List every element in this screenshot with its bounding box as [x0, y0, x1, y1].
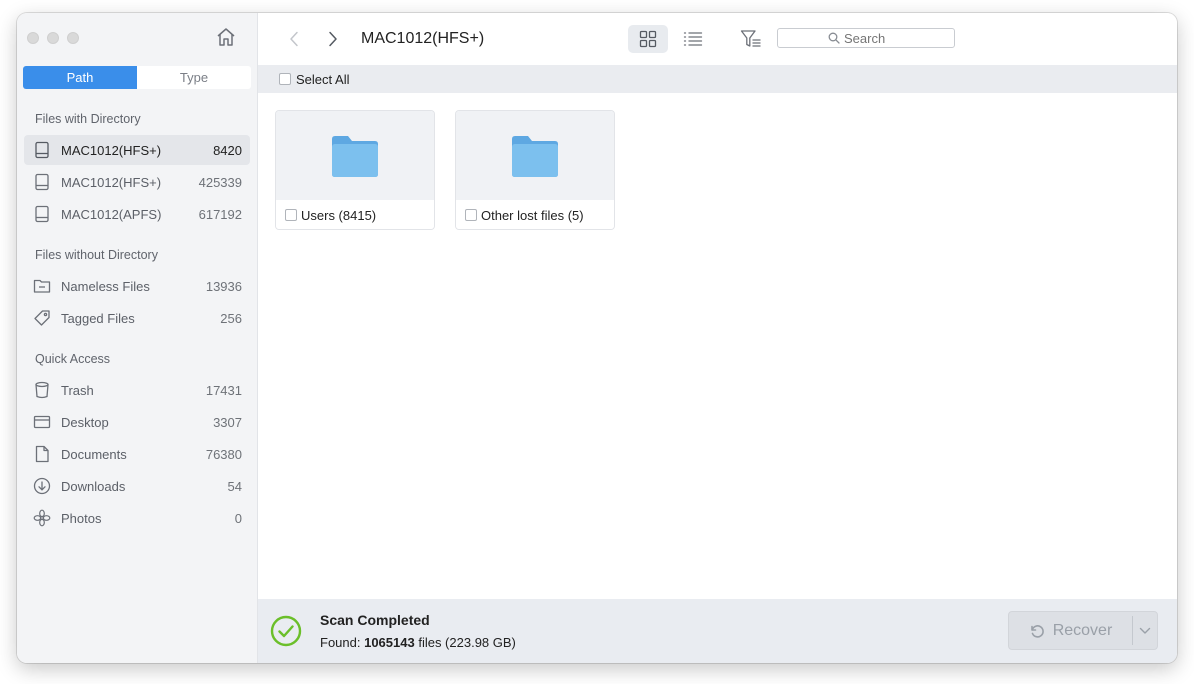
sidebar-item-desktop[interactable]: Desktop 3307 — [24, 407, 250, 437]
list-icon — [683, 32, 703, 46]
window-controls — [27, 32, 79, 44]
chevron-left-icon — [290, 31, 298, 47]
sidebar: Path Type Files with Directory MAC1012(H… — [17, 13, 258, 663]
filter-icon — [740, 30, 761, 47]
app-window: Path Type Files with Directory MAC1012(H… — [17, 13, 1177, 663]
sidebar-item-count: 76380 — [205, 446, 242, 462]
section-title-quick-access: Quick Access — [35, 352, 111, 366]
folder-label: Users (8415) — [301, 207, 377, 223]
sidebar-item-label: Downloads — [61, 478, 126, 494]
file-grid: Users (8415) Other lost files (5) — [258, 93, 1177, 599]
close-window-button[interactable] — [27, 32, 39, 44]
recover-dropdown-button[interactable] — [1133, 612, 1157, 649]
chevron-right-icon — [329, 31, 337, 47]
sidebar-item-count: 617192 — [198, 206, 242, 222]
sidebar-item-label: Photos — [61, 510, 102, 526]
drive-icon — [33, 141, 51, 159]
download-icon — [33, 477, 51, 495]
sidebar-item-tagged-files[interactable]: Tagged Files 256 — [24, 303, 250, 333]
folder-thumbnail — [276, 111, 434, 200]
recover-button[interactable]: Recover — [1008, 611, 1158, 650]
drive-icon — [33, 205, 51, 223]
sidebar-item-count: 54 — [227, 478, 242, 494]
sidebar-item-count: 8420 — [213, 142, 242, 158]
sidebar-item-drive-2[interactable]: MAC1012(HFS+) 425339 — [24, 167, 250, 197]
sidebar-item-count: 0 — [234, 510, 242, 526]
sidebar-item-downloads[interactable]: Downloads 54 — [24, 471, 250, 501]
sidebar-item-nameless-files[interactable]: Nameless Files 13936 — [24, 271, 250, 301]
chevron-down-icon — [1139, 627, 1151, 634]
folder-card-users[interactable]: Users (8415) — [275, 110, 435, 230]
zoom-window-button[interactable] — [67, 32, 79, 44]
folder-label: Other lost files (5) — [481, 207, 584, 223]
folder-card-other-lost-files[interactable]: Other lost files (5) — [455, 110, 615, 230]
found-count: 1065143 — [364, 635, 415, 650]
found-suffix: files (223.98 GB) — [414, 635, 516, 650]
folder-outline-icon — [33, 277, 51, 295]
folder-icon — [332, 135, 378, 177]
refresh-icon — [1030, 624, 1044, 638]
scan-found-summary: Found: 1065143 files (223.98 GB) — [320, 635, 516, 650]
folder-caption: Other lost files (5) — [456, 200, 614, 229]
select-all-label: Select All — [296, 71, 350, 87]
drive-icon — [33, 173, 51, 191]
select-all-checkbox[interactable] — [279, 73, 291, 85]
search-icon — [828, 32, 840, 44]
section-title-files-with-directory: Files with Directory — [35, 112, 141, 126]
photos-flower-icon — [33, 509, 51, 527]
trash-icon — [33, 381, 51, 399]
sidebar-item-label: Documents — [61, 446, 127, 462]
recover-label: Recover — [1052, 621, 1113, 639]
check-circle-icon — [270, 615, 302, 647]
toolbar: MAC1012(HFS+) — [258, 13, 1177, 65]
sidebar-item-drive-3[interactable]: MAC1012(APFS) 617192 — [24, 199, 250, 229]
list-view-button[interactable] — [676, 25, 710, 53]
folder-caption: Users (8415) — [276, 200, 434, 229]
select-all-bar: Select All — [258, 65, 1177, 93]
sidebar-item-label: MAC1012(HFS+) — [61, 174, 162, 190]
document-icon — [33, 445, 51, 463]
sidebar-item-count: 256 — [220, 310, 242, 326]
tab-type[interactable]: Type — [137, 66, 251, 89]
desktop-icon — [33, 413, 51, 431]
sidebar-item-count: 3307 — [213, 414, 242, 430]
sidebar-item-photos[interactable]: Photos 0 — [24, 503, 250, 533]
folder-thumbnail — [456, 111, 614, 200]
sidebar-item-label: Nameless Files — [61, 278, 150, 294]
scan-status-title: Scan Completed — [320, 612, 430, 628]
sidebar-item-label: MAC1012(APFS) — [61, 206, 162, 222]
sidebar-item-count: 425339 — [198, 174, 242, 190]
back-button[interactable] — [282, 27, 306, 51]
folder-checkbox[interactable] — [285, 209, 297, 221]
found-prefix: Found: — [320, 635, 365, 650]
folder-icon — [512, 135, 558, 177]
folder-checkbox[interactable] — [465, 209, 477, 221]
sidebar-item-count: 13936 — [205, 278, 242, 294]
tag-icon — [33, 309, 51, 327]
filter-button[interactable] — [737, 25, 765, 53]
sidebar-item-documents[interactable]: Documents 76380 — [24, 439, 250, 469]
sidebar-item-label: Tagged Files — [61, 310, 135, 326]
section-title-files-without-directory: Files without Directory — [35, 248, 158, 262]
breadcrumb: MAC1012(HFS+) — [361, 30, 485, 47]
status-bar: Scan Completed Found: 1065143 files (223… — [258, 599, 1177, 663]
minimize-window-button[interactable] — [47, 32, 59, 44]
sidebar-item-label: MAC1012(HFS+) — [61, 142, 162, 158]
grid-view-button[interactable] — [628, 25, 668, 53]
tab-path[interactable]: Path — [23, 66, 137, 89]
view-mode-segment: Path Type — [23, 66, 251, 89]
grid-icon — [639, 30, 657, 48]
recover-main-action[interactable]: Recover — [1009, 612, 1132, 649]
sidebar-item-trash[interactable]: Trash 17431 — [24, 375, 250, 405]
sidebar-item-label: Desktop — [61, 414, 109, 430]
search-box[interactable] — [777, 28, 955, 48]
forward-button[interactable] — [321, 27, 345, 51]
sidebar-item-count: 17431 — [205, 382, 242, 398]
sidebar-item-label: Trash — [61, 382, 94, 398]
search-input[interactable] — [844, 30, 904, 46]
home-icon[interactable] — [215, 26, 237, 48]
sidebar-item-drive-1[interactable]: MAC1012(HFS+) 8420 — [24, 135, 250, 165]
